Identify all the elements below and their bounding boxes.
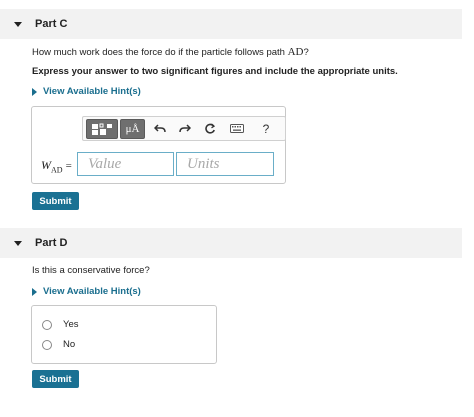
- reset-button[interactable]: [201, 118, 219, 139]
- submit-button-d[interactable]: Submit: [32, 370, 79, 388]
- equation-subscript: AD: [51, 165, 63, 175]
- redo-icon: [179, 123, 191, 132]
- math-toolbar: μÅ ?: [82, 116, 286, 141]
- units-button[interactable]: μÅ: [120, 119, 145, 139]
- question-text-prefix: How much work does the force do if the p…: [32, 47, 288, 58]
- templates-button[interactable]: [86, 119, 118, 139]
- keyboard-icon: [230, 124, 244, 133]
- part-c-title: Part C: [35, 18, 68, 30]
- expand-arrow-icon: [32, 87, 37, 96]
- help-button-label: ?: [262, 121, 270, 136]
- units-input[interactable]: [176, 152, 274, 176]
- undo-icon: [154, 123, 166, 132]
- choice-label: Yes: [63, 319, 79, 330]
- part-c-question: How much work does the force do if the p…: [32, 46, 309, 58]
- answer-box: μÅ ? WAD = Value Units: [31, 106, 286, 184]
- equals-sign: =: [65, 160, 72, 172]
- part-d-title: Part D: [35, 237, 68, 249]
- equation-label: WAD =: [41, 158, 72, 174]
- equation-variable: W: [41, 158, 51, 172]
- question-text-suffix: ?: [303, 47, 309, 58]
- keyboard-button[interactable]: [226, 118, 248, 139]
- part-c-header[interactable]: Part C: [0, 9, 462, 39]
- hint-label: View Available Hint(s): [43, 286, 141, 297]
- path-variable: AD: [287, 46, 304, 58]
- expand-arrow-icon: [32, 287, 37, 296]
- choice-yes[interactable]: Yes: [42, 319, 79, 330]
- part-d-question: Is this a conservative force?: [32, 265, 150, 276]
- value-input[interactable]: [77, 152, 174, 176]
- part-d-header[interactable]: Part D: [0, 228, 462, 258]
- collapse-caret-icon[interactable]: [14, 240, 22, 246]
- submit-button-c[interactable]: Submit: [32, 192, 79, 210]
- choices-box: Yes No: [31, 305, 217, 364]
- undo-button[interactable]: [151, 118, 169, 139]
- reset-icon: [205, 123, 216, 134]
- choice-label: No: [63, 339, 76, 350]
- help-button[interactable]: ?: [257, 118, 275, 139]
- view-hints-link-d[interactable]: View Available Hint(s): [32, 286, 141, 297]
- view-hints-link-c[interactable]: View Available Hint(s): [32, 86, 141, 97]
- templates-icon: [92, 123, 112, 135]
- redo-button[interactable]: [176, 118, 194, 139]
- collapse-caret-icon[interactable]: [14, 21, 22, 27]
- answer-instruction: Express your answer to two significant f…: [32, 66, 398, 77]
- units-button-label: μÅ: [125, 123, 140, 135]
- choice-no[interactable]: No: [42, 339, 75, 350]
- radio-button[interactable]: [42, 339, 52, 350]
- hint-label: View Available Hint(s): [43, 86, 141, 97]
- radio-button[interactable]: [42, 319, 52, 330]
